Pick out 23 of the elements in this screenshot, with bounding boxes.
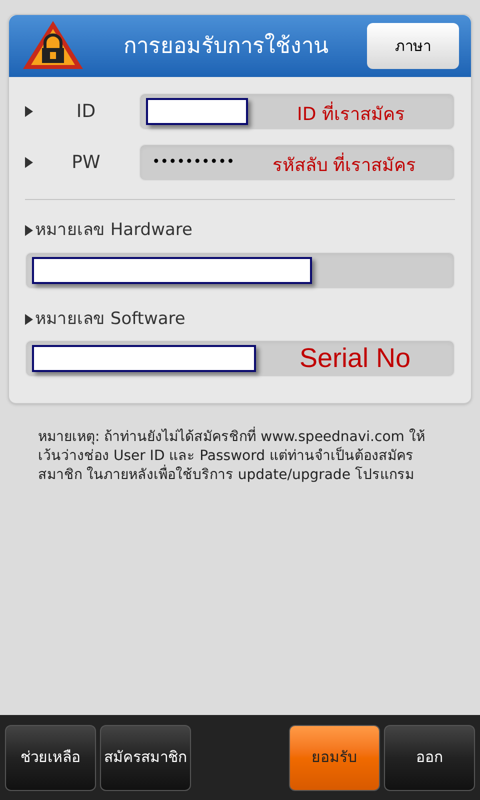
accept-button[interactable]: ยอมรับ [289, 724, 380, 790]
bar-button[interactable]: ออก [384, 724, 475, 790]
triangle-icon [25, 157, 33, 168]
window-title: การยอมรับการใช้งาน [122, 32, 330, 60]
bar-button[interactable]: ช่วยเหลือ [5, 724, 96, 790]
triangle-icon [25, 106, 33, 117]
language-button[interactable]: ภาษา [367, 23, 459, 69]
bar-button[interactable]: สมัครสมาชิก [100, 724, 191, 790]
password-value: •••••••••• [152, 153, 235, 172]
field-label: ID [75, 100, 97, 124]
annotation-text: Serial No [298, 342, 412, 376]
triangle-icon [25, 225, 33, 236]
annotation-text: ID ที่เราสมัคร [248, 101, 454, 128]
triangle-icon [25, 314, 33, 325]
field-label: หมายเลข Hardware [35, 219, 192, 242]
annotation-text: รหัสลับ ที่เราสมัคร [234, 152, 454, 179]
input-field[interactable] [25, 252, 455, 288]
input-field[interactable]: •••••••••• รหัสลับ ที่เราสมัคร [139, 144, 455, 181]
input-field[interactable]: Serial No [25, 340, 455, 377]
input-field[interactable]: ID ที่เราสมัคร [139, 93, 455, 130]
remark-text: หมายเหตุ: ถ้าท่านยังไม่ได้สมัครชิกที่ www.speednavi.com ให้เว้นว่างช่อง User ID และ Password แต่ท่านจำเป็นต้องสมัครสมาชิก ในภายหลังเพื่อใช้บริการ update/upgrade โปรแกรม [8, 404, 472, 485]
field-label: หมายเลข Software [35, 308, 186, 330]
field-label: PW [70, 151, 102, 175]
